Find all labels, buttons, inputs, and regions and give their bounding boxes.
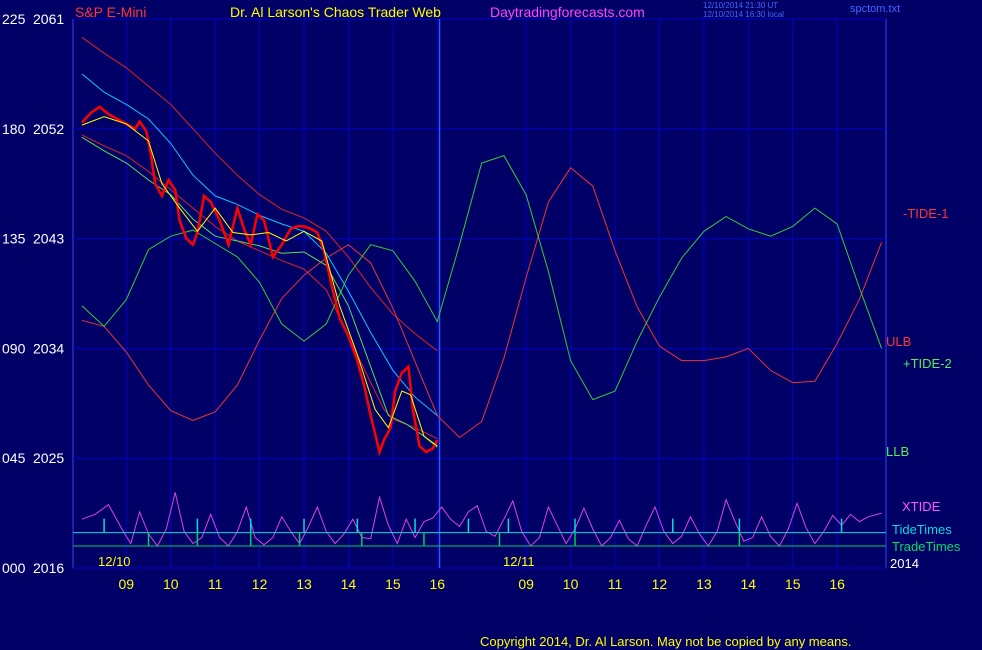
- y-left-tick-label: 225: [2, 11, 26, 27]
- plot-frame: [72, 18, 887, 569]
- xtide-line: [81, 492, 882, 547]
- x-tick-label: 09: [518, 576, 534, 592]
- x-tick-label: 14: [341, 576, 357, 592]
- y-right-tick-label: 2034: [33, 340, 64, 356]
- x-tick-label: 10: [163, 576, 179, 592]
- x-tick-label: 13: [696, 576, 712, 592]
- date-label-day1: 12/10: [98, 554, 131, 569]
- x-tick-label: 09: [119, 576, 135, 592]
- x-tick-label: 13: [296, 576, 312, 592]
- x-tick-label: 15: [785, 576, 801, 592]
- x-tick-label: 16: [829, 576, 845, 592]
- x-tick-label: 10: [563, 576, 579, 592]
- y-right-tick-label: 2016: [33, 560, 64, 576]
- x-tick-label: 11: [608, 576, 623, 592]
- tide2-line: [81, 154, 883, 401]
- x-tick-label: 15: [385, 576, 401, 592]
- x-tick-label: 12: [252, 576, 268, 592]
- copyright-notice: Copyright 2014, Dr. Al Larson. May not b…: [480, 634, 852, 649]
- y-right-tick-label: 2061: [33, 11, 64, 27]
- x-tick-label: 16: [430, 576, 446, 592]
- timestamp-ut: 12/10/2014 21:30 UT: [703, 1, 779, 10]
- tide2-label: +TIDE-2: [903, 356, 952, 371]
- y-right-tick-label: 2043: [33, 231, 64, 247]
- x-tick-label: 12: [652, 576, 668, 592]
- tide1-label: -TIDE-1: [903, 206, 949, 221]
- chaos-chart: 225 2061 180 2052 135 2043 090 2034 045 2025 000 20…: [2, 11, 961, 592]
- xtide-label: XTIDE: [902, 499, 941, 514]
- chart-title: Dr. Al Larson's Chaos Trader Web: [230, 4, 441, 20]
- y-left-tick-label: 180: [2, 121, 26, 137]
- llb-label: LLB: [886, 444, 909, 459]
- date-label-day2: 12/11: [503, 554, 535, 569]
- y-left-tick-label: 045: [2, 450, 26, 466]
- symbol-label: S&P E-Mini: [75, 4, 147, 20]
- tradetimes-label: TradeTimes: [892, 539, 961, 554]
- y-right-tick-label: 2052: [33, 121, 64, 137]
- ulb-label: ULB: [886, 334, 911, 349]
- site-link[interactable]: Daytradingforecasts.com: [490, 4, 645, 20]
- tidetimes-label: TideTimes: [892, 522, 952, 537]
- year-label: 2014: [890, 556, 919, 571]
- file-name: spctom.txt: [850, 3, 901, 15]
- y-left-tick-label: 000: [2, 560, 26, 576]
- timestamp-local: 12/10/2014 16:30 local: [703, 10, 784, 19]
- y-left-tick-label: 135: [2, 231, 26, 247]
- x-tick-label: 11: [208, 576, 223, 592]
- y-right-tick-label: 2025: [33, 450, 64, 466]
- y-left-tick-label: 090: [2, 340, 26, 356]
- x-tick-label: 14: [740, 576, 756, 592]
